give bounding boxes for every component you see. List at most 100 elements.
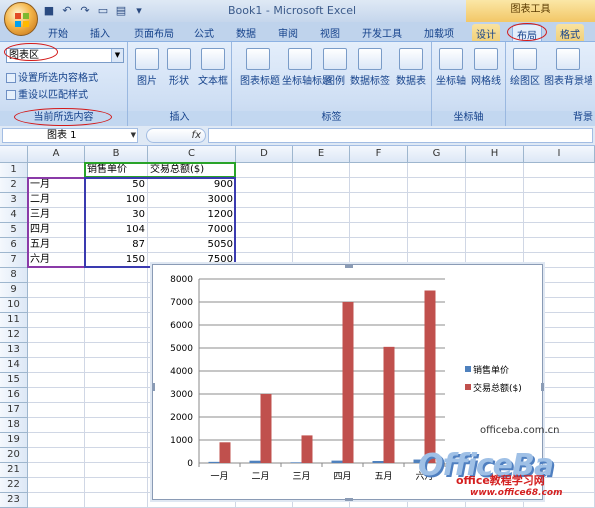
column-header-c[interactable]: C	[148, 146, 236, 163]
open-folder-icon[interactable]: ▭	[96, 4, 110, 18]
row-header-12[interactable]: 12	[0, 328, 28, 343]
axes-button[interactable]: 坐标轴	[436, 48, 466, 87]
row-header-23[interactable]: 23	[0, 493, 28, 508]
tab-page-layout[interactable]: 页面布局	[134, 25, 174, 40]
tab-home[interactable]: 开始	[48, 25, 68, 40]
column-header-a[interactable]: A	[28, 146, 85, 163]
x-tick-label: 三月	[292, 471, 310, 482]
chart-wall-button[interactable]: 图表背景墙	[544, 48, 592, 87]
total-amount-cell[interactable]: 3000	[148, 193, 236, 208]
row-header-3[interactable]: 3	[0, 193, 28, 208]
print-icon[interactable]: ▤	[114, 4, 128, 18]
legend-button[interactable]: 图例	[322, 48, 348, 87]
select-all-corner[interactable]	[0, 146, 28, 163]
axis-titles-button[interactable]: 坐标轴标题	[282, 48, 332, 87]
row-header-18[interactable]: 18	[0, 418, 28, 433]
bar-total-amount	[260, 394, 272, 463]
month-cell[interactable]: 二月	[28, 193, 85, 208]
row-header-5[interactable]: 5	[0, 223, 28, 238]
column-header-d[interactable]: D	[236, 146, 293, 163]
reset-style-button[interactable]: 重设以匹配样式	[6, 86, 88, 101]
tab-formulas[interactable]: 公式	[194, 25, 214, 40]
tab-data[interactable]: 数据	[236, 25, 256, 40]
format-selection-label: 设置所选内容格式	[18, 73, 98, 84]
row-header-21[interactable]: 21	[0, 463, 28, 478]
save-icon[interactable]: ■	[42, 4, 56, 18]
plot-area-button[interactable]: 绘图区	[510, 48, 540, 87]
unit-price-cell[interactable]: 150	[85, 253, 148, 268]
data-labels-button[interactable]: 数据标签	[350, 48, 390, 87]
row-header-11[interactable]: 11	[0, 313, 28, 328]
gridlines-button[interactable]: 网格线	[470, 48, 502, 87]
month-cell[interactable]: 三月	[28, 208, 85, 223]
tab-view[interactable]: 视图	[320, 25, 340, 40]
row-header-19[interactable]: 19	[0, 433, 28, 448]
watermark-site-url: officeba.com.cn	[480, 425, 560, 436]
name-box-chevron-down-icon[interactable]: ▼	[131, 129, 136, 142]
insert-textbox-button[interactable]: 文本框	[198, 48, 228, 87]
column-header-b[interactable]: B	[85, 146, 148, 163]
legend-label: 销售单价	[473, 364, 509, 376]
month-cell[interactable]: 六月	[28, 253, 85, 268]
tab-layout[interactable]: 布局	[512, 24, 542, 42]
redo-icon[interactable]: ↷	[78, 4, 92, 18]
row-header-1[interactable]: 1	[0, 163, 28, 178]
chart-element-dropdown[interactable]: 图表区 ▼	[6, 48, 124, 63]
tab-format[interactable]: 格式	[556, 24, 584, 41]
total-amount-cell[interactable]: 1200	[148, 208, 236, 223]
tab-developer[interactable]: 开发工具	[362, 25, 402, 40]
insert-function-button[interactable]: fx	[146, 128, 206, 143]
insert-shapes-button[interactable]: 形状	[166, 48, 192, 87]
header-cell[interactable]: 交易总额($)	[148, 163, 236, 178]
column-header-e[interactable]: E	[293, 146, 350, 163]
data-table-button[interactable]: 数据表	[394, 48, 428, 87]
chart-title-button[interactable]: 图表标题	[240, 48, 280, 87]
name-box[interactable]: 图表 1 ▼	[2, 128, 138, 143]
header-cell[interactable]: 销售单价	[85, 163, 148, 178]
unit-price-cell[interactable]: 30	[85, 208, 148, 223]
chevron-down-icon[interactable]: ▼	[111, 49, 123, 62]
gridlines-label: 网格线	[471, 76, 501, 87]
total-amount-cell[interactable]: 7000	[148, 223, 236, 238]
unit-price-cell[interactable]: 104	[85, 223, 148, 238]
x-tick-label: 一月	[210, 471, 228, 482]
row-header-15[interactable]: 15	[0, 373, 28, 388]
row-header-6[interactable]: 6	[0, 238, 28, 253]
month-cell[interactable]: 一月	[28, 178, 85, 193]
format-selection-button[interactable]: 设置所选内容格式	[6, 69, 98, 84]
row-header-22[interactable]: 22	[0, 478, 28, 493]
row-header-2[interactable]: 2	[0, 178, 28, 193]
unit-price-cell[interactable]: 100	[85, 193, 148, 208]
total-amount-cell[interactable]: 900	[148, 178, 236, 193]
office-button[interactable]	[4, 2, 38, 36]
row-header-4[interactable]: 4	[0, 208, 28, 223]
unit-price-cell[interactable]: 87	[85, 238, 148, 253]
formula-input[interactable]	[208, 128, 593, 143]
row-header-7[interactable]: 7	[0, 253, 28, 268]
column-header-i[interactable]: I	[524, 146, 595, 163]
insert-picture-button[interactable]: 图片	[134, 48, 160, 87]
group-label-axes: 坐标轴	[432, 111, 505, 125]
tab-add-ins[interactable]: 加载项	[424, 25, 454, 40]
plot-area-icon	[513, 48, 537, 70]
column-header-h[interactable]: H	[466, 146, 524, 163]
column-header-g[interactable]: G	[408, 146, 466, 163]
total-amount-cell[interactable]: 5050	[148, 238, 236, 253]
row-header-14[interactable]: 14	[0, 358, 28, 373]
month-cell[interactable]: 五月	[28, 238, 85, 253]
tab-design[interactable]: 设计	[472, 24, 500, 41]
unit-price-cell[interactable]: 50	[85, 178, 148, 193]
row-header-13[interactable]: 13	[0, 343, 28, 358]
column-header-f[interactable]: F	[350, 146, 408, 163]
tab-review[interactable]: 审阅	[278, 25, 298, 40]
row-header-9[interactable]: 9	[0, 283, 28, 298]
row-header-20[interactable]: 20	[0, 448, 28, 463]
undo-icon[interactable]: ↶	[60, 4, 74, 18]
row-header-17[interactable]: 17	[0, 403, 28, 418]
row-header-16[interactable]: 16	[0, 388, 28, 403]
row-header-8[interactable]: 8	[0, 268, 28, 283]
row-header-10[interactable]: 10	[0, 298, 28, 313]
tab-insert[interactable]: 插入	[90, 25, 110, 40]
month-cell[interactable]: 四月	[28, 223, 85, 238]
qat-dropdown-icon[interactable]: ▾	[132, 4, 146, 18]
